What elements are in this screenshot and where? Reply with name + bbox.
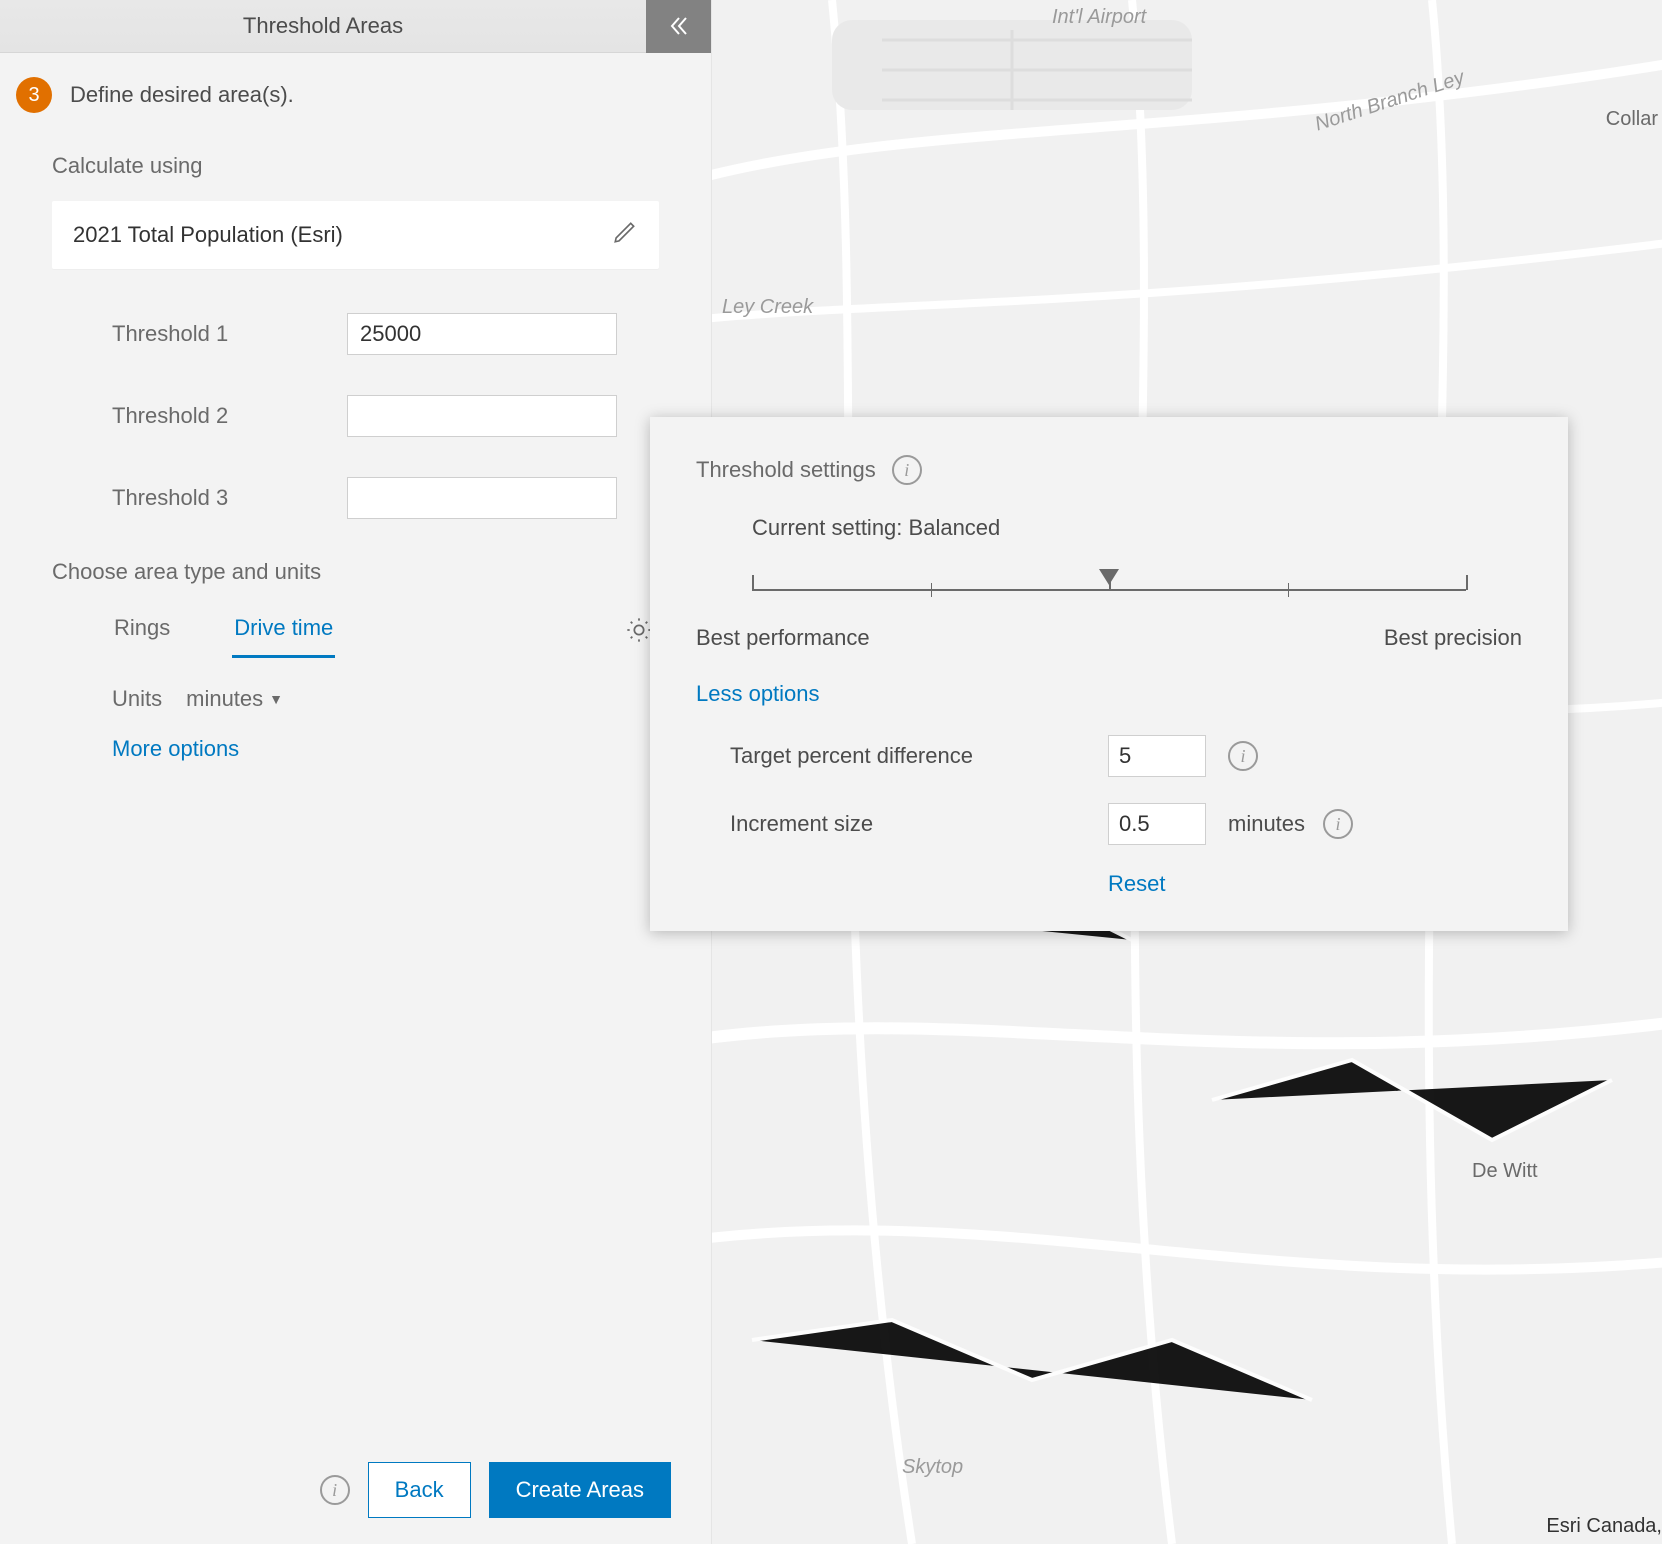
precision-slider[interactable] <box>752 575 1466 601</box>
slider-label-left: Best performance <box>696 625 870 651</box>
popover-header: Threshold settings i <box>696 455 1522 485</box>
target-percent-input[interactable] <box>1108 735 1206 777</box>
less-options-link[interactable]: Less options <box>696 681 820 707</box>
slider-container <box>696 575 1522 625</box>
map-label-airport: Int'l Airport <box>1052 6 1146 29</box>
map-label-collar: Collar <box>1606 108 1658 131</box>
pencil-icon[interactable] <box>612 219 638 251</box>
increment-size-label: Increment size <box>730 811 1108 837</box>
collapse-panel-button[interactable] <box>646 0 711 53</box>
gear-icon[interactable] <box>625 616 653 650</box>
current-setting-label: Current setting: <box>752 515 902 540</box>
threshold-2-label: Threshold 2 <box>112 403 347 429</box>
threshold-3-row: Threshold 3 <box>52 477 659 519</box>
increment-size-row: Increment size minutes i <box>696 803 1522 845</box>
threshold-2-row: Threshold 2 <box>52 395 659 437</box>
increment-size-input[interactable] <box>1108 803 1206 845</box>
area-type-label: Choose area type and units <box>52 559 659 585</box>
tab-rings[interactable]: Rings <box>112 607 172 658</box>
threshold-areas-panel: Threshold Areas 3 Define desired area(s)… <box>0 0 712 1544</box>
threshold-1-input[interactable] <box>347 313 617 355</box>
step-number-badge: 3 <box>16 77 52 113</box>
map-label-creek: Ley Creek <box>722 296 813 319</box>
info-icon[interactable]: i <box>1323 809 1353 839</box>
map-label-skytop: Skytop <box>902 1456 963 1479</box>
units-value: minutes <box>186 686 263 712</box>
target-percent-label: Target percent difference <box>730 743 1108 769</box>
popover-title: Threshold settings <box>696 457 876 483</box>
create-areas-button[interactable]: Create Areas <box>489 1462 671 1518</box>
panel-title: Threshold Areas <box>0 13 646 39</box>
threshold-1-label: Threshold 1 <box>112 321 347 347</box>
info-icon[interactable]: i <box>320 1475 350 1505</box>
threshold-1-row: Threshold 1 <box>52 313 659 355</box>
units-row: Units minutes ▼ <box>52 686 659 712</box>
back-button[interactable]: Back <box>368 1462 471 1518</box>
info-icon[interactable]: i <box>892 455 922 485</box>
map-attribution: Esri Canada, <box>1546 1515 1662 1538</box>
chevron-down-icon: ▼ <box>269 691 283 707</box>
info-icon[interactable]: i <box>1228 741 1258 771</box>
map-label-dewitt: De Witt <box>1472 1160 1538 1183</box>
units-label: Units <box>112 686 162 712</box>
threshold-3-input[interactable] <box>347 477 617 519</box>
slider-thumb[interactable] <box>1099 569 1119 585</box>
threshold-settings-popover: Threshold settings i Current setting: Ba… <box>650 417 1568 931</box>
step-header: 3 Define desired area(s). <box>16 77 659 113</box>
reset-link[interactable]: Reset <box>1108 871 1165 896</box>
tab-drive-time[interactable]: Drive time <box>232 607 335 658</box>
panel-header: Threshold Areas <box>0 0 711 53</box>
panel-body: 3 Define desired area(s). Calculate usin… <box>0 53 711 1436</box>
calculate-using-label: Calculate using <box>52 153 659 179</box>
threshold-3-label: Threshold 3 <box>112 485 347 511</box>
threshold-2-input[interactable] <box>347 395 617 437</box>
units-select[interactable]: minutes ▼ <box>186 686 283 712</box>
panel-footer: i Back Create Areas <box>0 1436 711 1544</box>
target-percent-row: Target percent difference i <box>696 735 1522 777</box>
area-type-tabs: Rings Drive time <box>52 607 659 658</box>
calculate-using-field[interactable]: 2021 Total Population (Esri) <box>52 201 659 269</box>
step-label: Define desired area(s). <box>70 82 294 108</box>
current-setting-row: Current setting: Balanced <box>696 515 1522 541</box>
chevrons-left-icon <box>667 14 691 38</box>
more-options-link[interactable]: More options <box>52 736 659 762</box>
slider-labels: Best performance Best precision <box>696 625 1522 651</box>
calculate-using-value: 2021 Total Population (Esri) <box>73 222 612 248</box>
increment-unit: minutes <box>1228 811 1305 837</box>
slider-label-right: Best precision <box>1384 625 1522 651</box>
current-setting-value: Balanced <box>909 515 1001 540</box>
